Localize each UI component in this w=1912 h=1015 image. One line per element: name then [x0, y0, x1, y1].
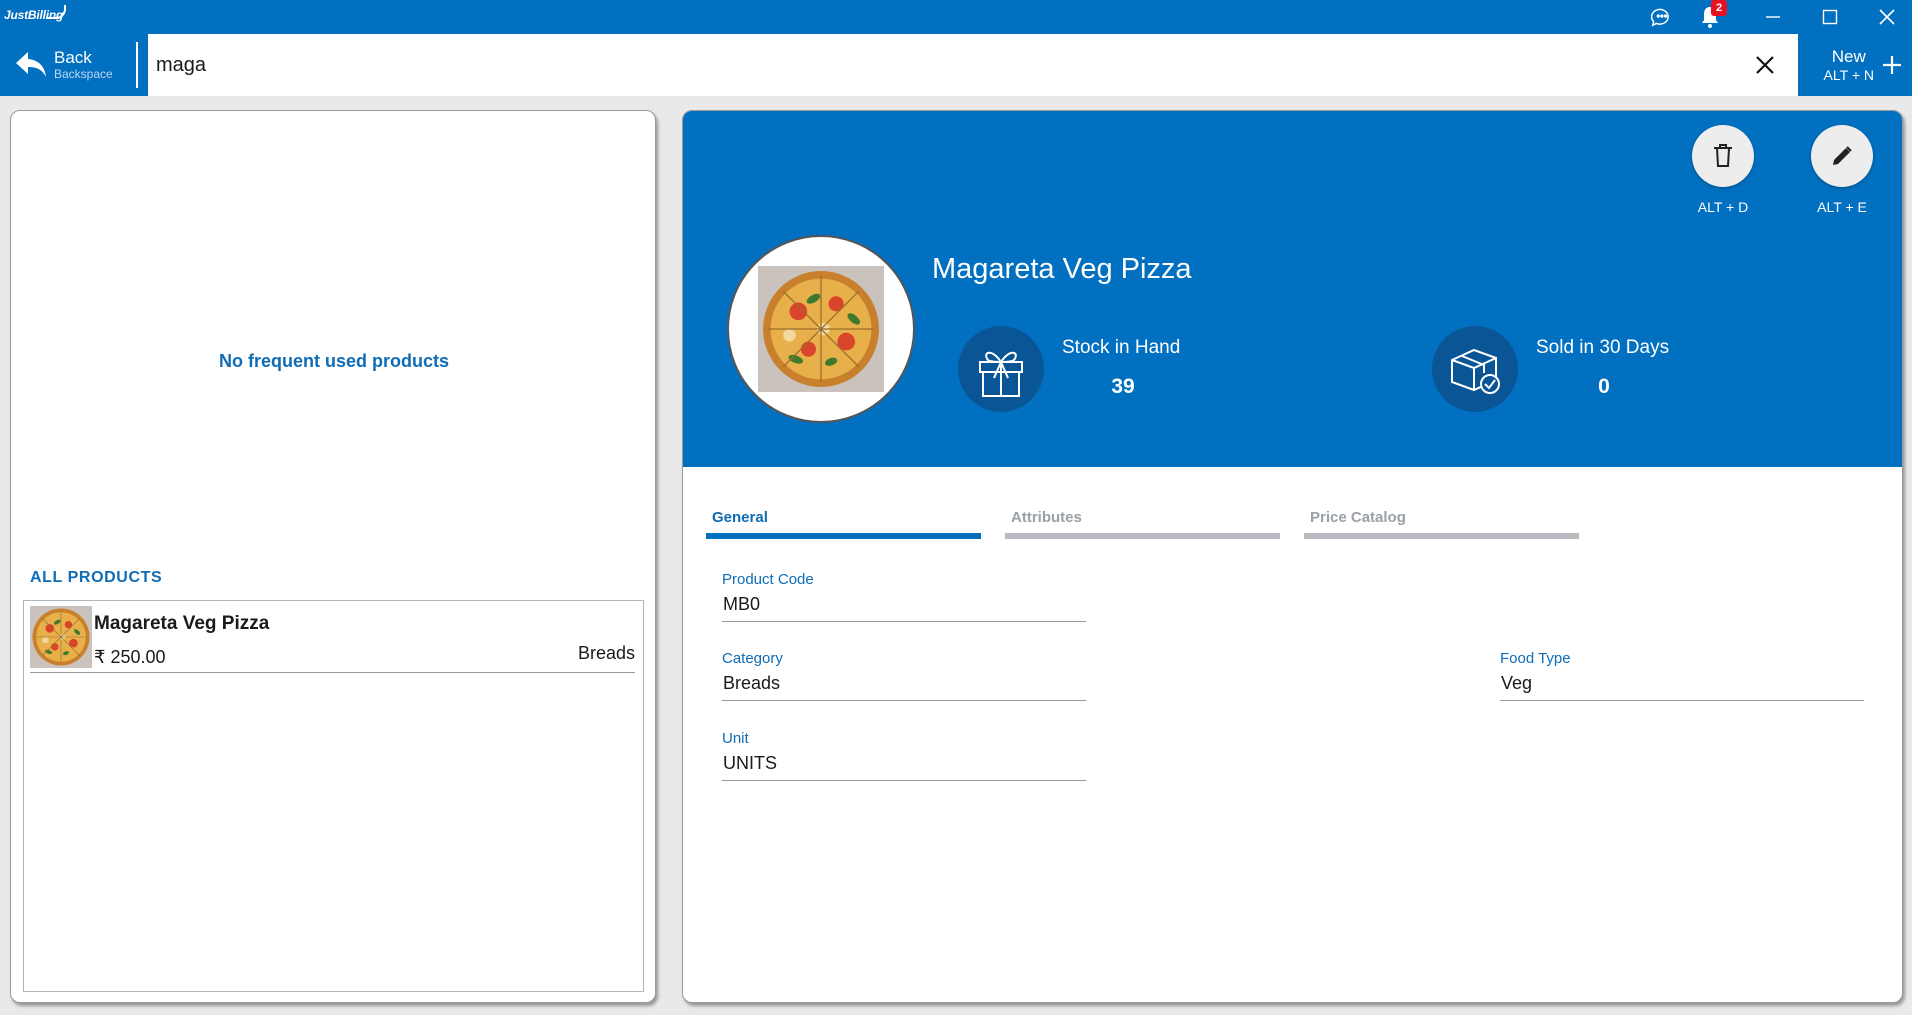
product-code-field[interactable]: Product Code MB0: [722, 571, 1086, 622]
field-label: Category: [722, 650, 783, 667]
search-input[interactable]: [156, 48, 1716, 82]
minimize-icon[interactable]: [1750, 0, 1796, 34]
back-shortcut: Backspace: [54, 66, 113, 81]
field-value: UNITS: [722, 753, 1086, 781]
field-label: Unit: [722, 730, 749, 747]
gift-box-icon: [958, 326, 1044, 412]
category-field[interactable]: Category Breads: [722, 650, 1086, 701]
tab-indicator: [1005, 533, 1280, 539]
delete-button[interactable]: [1692, 125, 1754, 187]
food-type-field[interactable]: Food Type Veg: [1500, 650, 1864, 701]
list-item[interactable]: Magareta Veg Pizza ₹ 250.00 Breads: [30, 603, 635, 673]
notification-badge: 2: [1711, 0, 1727, 16]
maximize-icon[interactable]: [1807, 0, 1853, 34]
field-value: Veg: [1500, 673, 1864, 701]
unit-field[interactable]: Unit UNITS: [722, 730, 1086, 781]
close-window-icon[interactable]: [1864, 0, 1910, 34]
title-bar: JustBilling 2: [0, 0, 1912, 34]
sold-label: Sold in 30 Days: [1536, 337, 1670, 358]
pizza-image: [758, 266, 884, 392]
products-panel: No frequent used products ALL PRODUCTS M…: [10, 110, 656, 1003]
toolbar-divider: [136, 42, 138, 88]
product-image: [727, 235, 915, 423]
field-value: MB0: [722, 594, 1086, 622]
clear-search-button[interactable]: [1746, 46, 1784, 84]
product-list: Magareta Veg Pizza ₹ 250.00 Breads: [23, 600, 644, 992]
tab-attributes[interactable]: Attributes: [1005, 497, 1280, 539]
tab-label: General: [712, 509, 768, 526]
field-value: Breads: [722, 673, 1086, 701]
search-box: [148, 34, 1798, 96]
new-product-button[interactable]: New ALT + N: [1798, 34, 1912, 96]
plus-icon: [1883, 56, 1901, 74]
package-check-icon: [1432, 326, 1518, 412]
clear-icon: [1756, 56, 1774, 74]
product-detail-panel: ALT + D ALT + E Magareta Veg Pizza Stock…: [682, 110, 1903, 1003]
field-label: Food Type: [1500, 650, 1571, 667]
product-price: ₹ 250.00: [94, 647, 166, 667]
back-button[interactable]: Back Backspace: [0, 34, 134, 96]
product-title: Magareta Veg Pizza: [932, 253, 1192, 285]
feedback-icon[interactable]: [1638, 0, 1684, 34]
pencil-icon: [1833, 146, 1852, 165]
tab-label: Attributes: [1011, 509, 1082, 526]
sold-value: 0: [1598, 375, 1610, 398]
tab-indicator: [706, 533, 981, 539]
field-label: Product Code: [722, 571, 814, 588]
tab-general[interactable]: General: [706, 497, 981, 539]
trash-icon: [1714, 144, 1732, 167]
product-name: Magareta Veg Pizza: [94, 613, 270, 634]
product-thumbnail: [30, 606, 92, 668]
back-arrow-icon: [16, 52, 46, 77]
edit-shortcut: ALT + E: [1817, 199, 1867, 215]
empty-frequent-message: No frequent used products: [218, 351, 449, 371]
product-header: ALT + D ALT + E Magareta Veg Pizza Stock…: [683, 111, 1902, 467]
new-shortcut: ALT + N: [1823, 66, 1874, 83]
back-label: Back: [54, 48, 92, 68]
tab-indicator: [1304, 533, 1579, 539]
stock-label: Stock in Hand: [1062, 337, 1181, 358]
new-label: New: [1831, 47, 1866, 67]
delete-shortcut: ALT + D: [1697, 199, 1749, 215]
all-products-heading: ALL PRODUCTS: [30, 569, 163, 586]
product-category: Breads: [577, 643, 635, 663]
tab-label: Price Catalog: [1310, 509, 1406, 526]
search-toolbar: Back Backspace New ALT + N: [0, 34, 1912, 96]
edit-button[interactable]: [1811, 125, 1873, 187]
stock-value: 39: [1111, 375, 1135, 398]
tab-price-catalog[interactable]: Price Catalog: [1304, 497, 1579, 539]
